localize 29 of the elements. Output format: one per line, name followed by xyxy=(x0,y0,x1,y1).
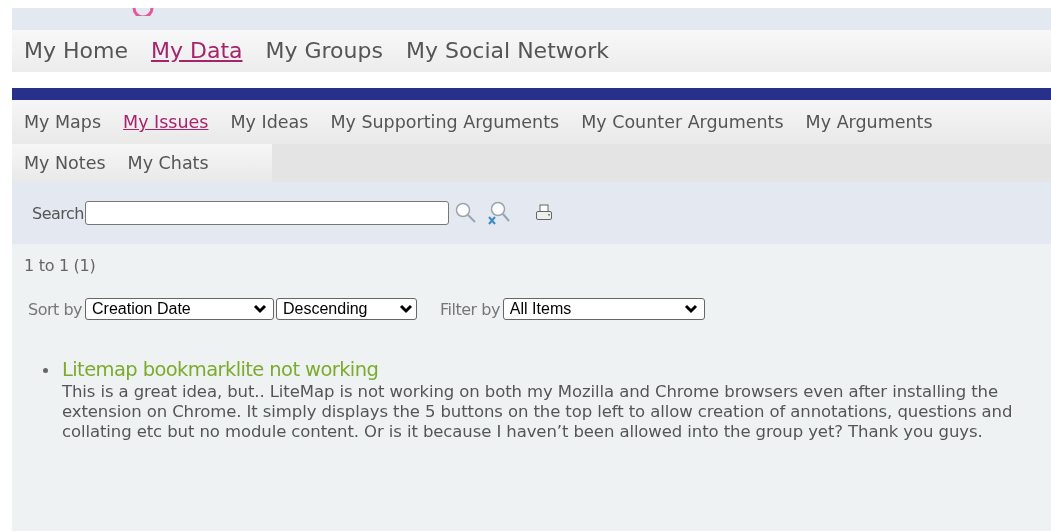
sort-order-select[interactable]: Descending xyxy=(276,298,417,320)
issue-description: This is a great idea, but.. LiteMap is not working on both my Mozilla and Chrome browsers even after installing the extension on Chrome. It simply displays the 5 buttons on the top left to allow creation of annotations, questions and collating etc but no module content. Or is it because I haven’t been allowed into the group yet? Thank you guys. xyxy=(62,382,1014,442)
sub-tab[interactable]: My Chats xyxy=(127,153,209,173)
chevron-down-icon xyxy=(683,304,698,314)
sub-tab[interactable]: My Counter Arguments xyxy=(581,112,784,132)
nav-tab[interactable]: My Data xyxy=(150,38,243,64)
result-count: 1 to 1 (1) xyxy=(24,256,97,275)
sub-tab[interactable]: My Ideas xyxy=(230,112,309,132)
nav-tab[interactable]: My Groups xyxy=(265,38,383,64)
search-label: Search xyxy=(32,203,84,223)
print-icon[interactable] xyxy=(534,204,553,222)
sort-label: Sort by xyxy=(28,299,82,319)
sub-tab[interactable]: My Arguments xyxy=(805,112,933,132)
search-field[interactable] xyxy=(84,201,449,225)
nav-tab[interactable]: My Social Network xyxy=(405,38,609,64)
chevron-down-icon xyxy=(253,304,267,314)
search-icon[interactable] xyxy=(454,201,477,225)
filter-label: Filter by xyxy=(440,299,500,319)
sub-tab[interactable]: My Supporting Arguments xyxy=(330,112,560,132)
clear-search-icon[interactable] xyxy=(486,200,511,226)
sub-tab[interactable]: My Issues xyxy=(123,112,209,132)
logo-mark xyxy=(132,8,154,16)
chevron-down-icon xyxy=(399,304,413,314)
bullet-icon xyxy=(43,368,48,373)
nav-tab[interactable]: My Home xyxy=(24,38,128,64)
sort-field-select[interactable]: Creation Date xyxy=(85,298,274,320)
sub-tab[interactable]: My Maps xyxy=(24,112,102,132)
filter-select[interactable]: All Items xyxy=(502,298,705,320)
sub-tab[interactable]: My Notes xyxy=(24,153,106,173)
